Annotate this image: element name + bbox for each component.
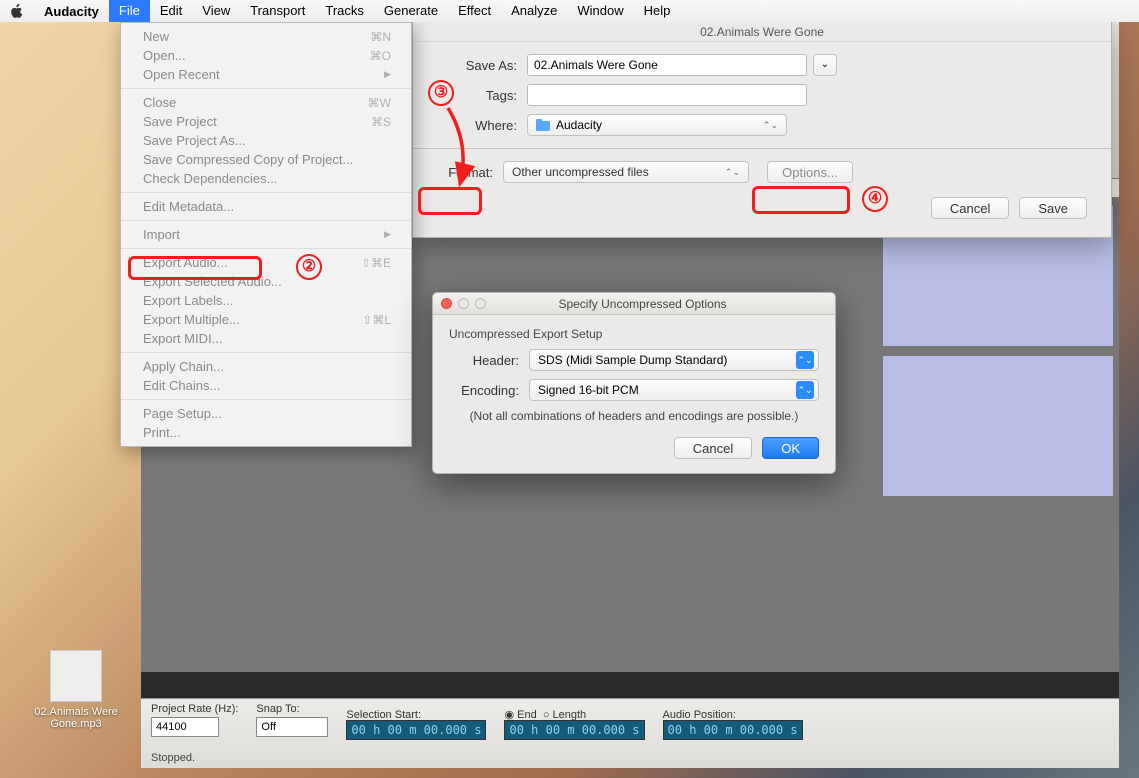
desktop-file-icon[interactable]: 02.Animals Were Gone.mp3	[34, 650, 118, 730]
menu-item-check-deps[interactable]: Check Dependencies...	[121, 169, 411, 188]
snap-select[interactable]	[256, 717, 328, 737]
menu-item-export-midi[interactable]: Export MIDI...	[121, 329, 411, 348]
menu-item-print[interactable]: Print...	[121, 423, 411, 442]
menu-separator	[121, 192, 411, 193]
menu-separator	[121, 248, 411, 249]
app-name: Audacity	[34, 4, 109, 19]
tags-label: Tags:	[437, 88, 527, 103]
window-controls[interactable]	[433, 298, 494, 309]
options-note: (Not all combinations of headers and enc…	[449, 409, 819, 423]
menu-item-save-as[interactable]: Save Project As...	[121, 131, 411, 150]
format-select[interactable]: Other uncompressed files⌃⌄	[503, 161, 749, 183]
menu-item-save-project[interactable]: Save Project⌘S	[121, 112, 411, 131]
menu-item-page-setup[interactable]: Page Setup...	[121, 404, 411, 423]
close-icon[interactable]	[441, 298, 452, 309]
selection-end-time[interactable]: 00 h 00 m 00.000 s	[504, 720, 644, 740]
menu-window[interactable]: Window	[567, 0, 633, 22]
window-titlebar[interactable]: Specify Uncompressed Options	[433, 293, 835, 315]
export-sheet: 02.Animals Were Gone Save As: ⌄ Tags: Wh…	[412, 22, 1112, 238]
header-select[interactable]: SDS (Midi Sample Dump Standard)⌃⌄	[529, 349, 819, 371]
file-dropdown: New⌘N Open...⌘O Open Recent Close⌘W Save…	[120, 22, 412, 447]
menu-item-new[interactable]: New⌘N	[121, 27, 411, 46]
menu-item-save-compressed[interactable]: Save Compressed Copy of Project...	[121, 150, 411, 169]
save-button[interactable]: Save	[1019, 197, 1087, 219]
file-name: 02.Animals Were Gone.mp3	[34, 706, 118, 730]
menu-item-export-selected[interactable]: Export Selected Audio...	[121, 272, 411, 291]
selection-start-time[interactable]: 00 h 00 m 00.000 s	[346, 720, 486, 740]
menu-item-open-recent[interactable]: Open Recent	[121, 65, 411, 84]
menu-separator	[121, 88, 411, 89]
menu-view[interactable]: View	[192, 0, 240, 22]
menu-item-close[interactable]: Close⌘W	[121, 93, 411, 112]
menu-tracks[interactable]: Tracks	[315, 0, 374, 22]
header-label: Header:	[449, 353, 529, 368]
project-rate-label: Project Rate (Hz):	[151, 703, 238, 715]
expand-button[interactable]: ⌄	[813, 54, 837, 76]
minimize-icon	[458, 298, 469, 309]
menu-help[interactable]: Help	[634, 0, 681, 22]
menu-item-import[interactable]: Import	[121, 225, 411, 244]
folder-icon	[536, 119, 550, 131]
where-select[interactable]: Audacity ⌃⌄	[527, 114, 787, 136]
project-rate-input[interactable]	[151, 717, 219, 737]
waveform[interactable]	[883, 356, 1113, 496]
encoding-select[interactable]: Signed 16-bit PCM⌃⌄	[529, 379, 819, 401]
menu-item-export-labels[interactable]: Export Labels...	[121, 291, 411, 310]
menu-analyze[interactable]: Analyze	[501, 0, 567, 22]
menu-file[interactable]: File	[109, 0, 150, 22]
format-label: Format:	[437, 165, 503, 180]
tags-input[interactable]	[527, 84, 807, 106]
cancel-button[interactable]: Cancel	[931, 197, 1009, 219]
where-label: Where:	[437, 118, 527, 133]
window-title: Specify Uncompressed Options	[494, 297, 835, 311]
save-as-label: Save As:	[437, 58, 527, 73]
audio-position-time[interactable]: 00 h 00 m 00.000 s	[663, 720, 803, 740]
save-as-input[interactable]	[527, 54, 807, 76]
menu-edit[interactable]: Edit	[150, 0, 192, 22]
bottom-toolbar: Project Rate (Hz): Snap To: Selection St…	[141, 698, 1119, 768]
encoding-label: Encoding:	[449, 383, 529, 398]
menu-item-export-audio[interactable]: Export Audio...⇧⌘E	[121, 253, 411, 272]
options-button[interactable]: Options...	[767, 161, 853, 183]
sheet-title: 02.Animals Were Gone	[413, 22, 1111, 42]
menu-separator	[121, 220, 411, 221]
menu-transport[interactable]: Transport	[240, 0, 315, 22]
options-window: Specify Uncompressed Options Uncompresse…	[432, 292, 836, 474]
options-caption: Uncompressed Export Setup	[449, 327, 819, 341]
apple-icon	[8, 2, 26, 20]
file-thumbnail-icon	[50, 650, 102, 702]
menu-item-apply-chain[interactable]: Apply Chain...	[121, 357, 411, 376]
menu-item-edit-metadata[interactable]: Edit Metadata...	[121, 197, 411, 216]
menu-item-export-multiple[interactable]: Export Multiple...⇧⌘L	[121, 310, 411, 329]
zoom-icon	[475, 298, 486, 309]
menu-separator	[121, 399, 411, 400]
menu-effect[interactable]: Effect	[448, 0, 501, 22]
menu-item-open[interactable]: Open...⌘O	[121, 46, 411, 65]
menu-generate[interactable]: Generate	[374, 0, 448, 22]
menu-item-edit-chains[interactable]: Edit Chains...	[121, 376, 411, 395]
cancel-button[interactable]: Cancel	[674, 437, 752, 459]
menu-separator	[121, 352, 411, 353]
ok-button[interactable]: OK	[762, 437, 819, 459]
status-text: Stopped.	[151, 752, 195, 764]
system-menubar: Audacity File Edit View Transport Tracks…	[0, 0, 1139, 22]
snap-label: Snap To:	[256, 703, 328, 715]
